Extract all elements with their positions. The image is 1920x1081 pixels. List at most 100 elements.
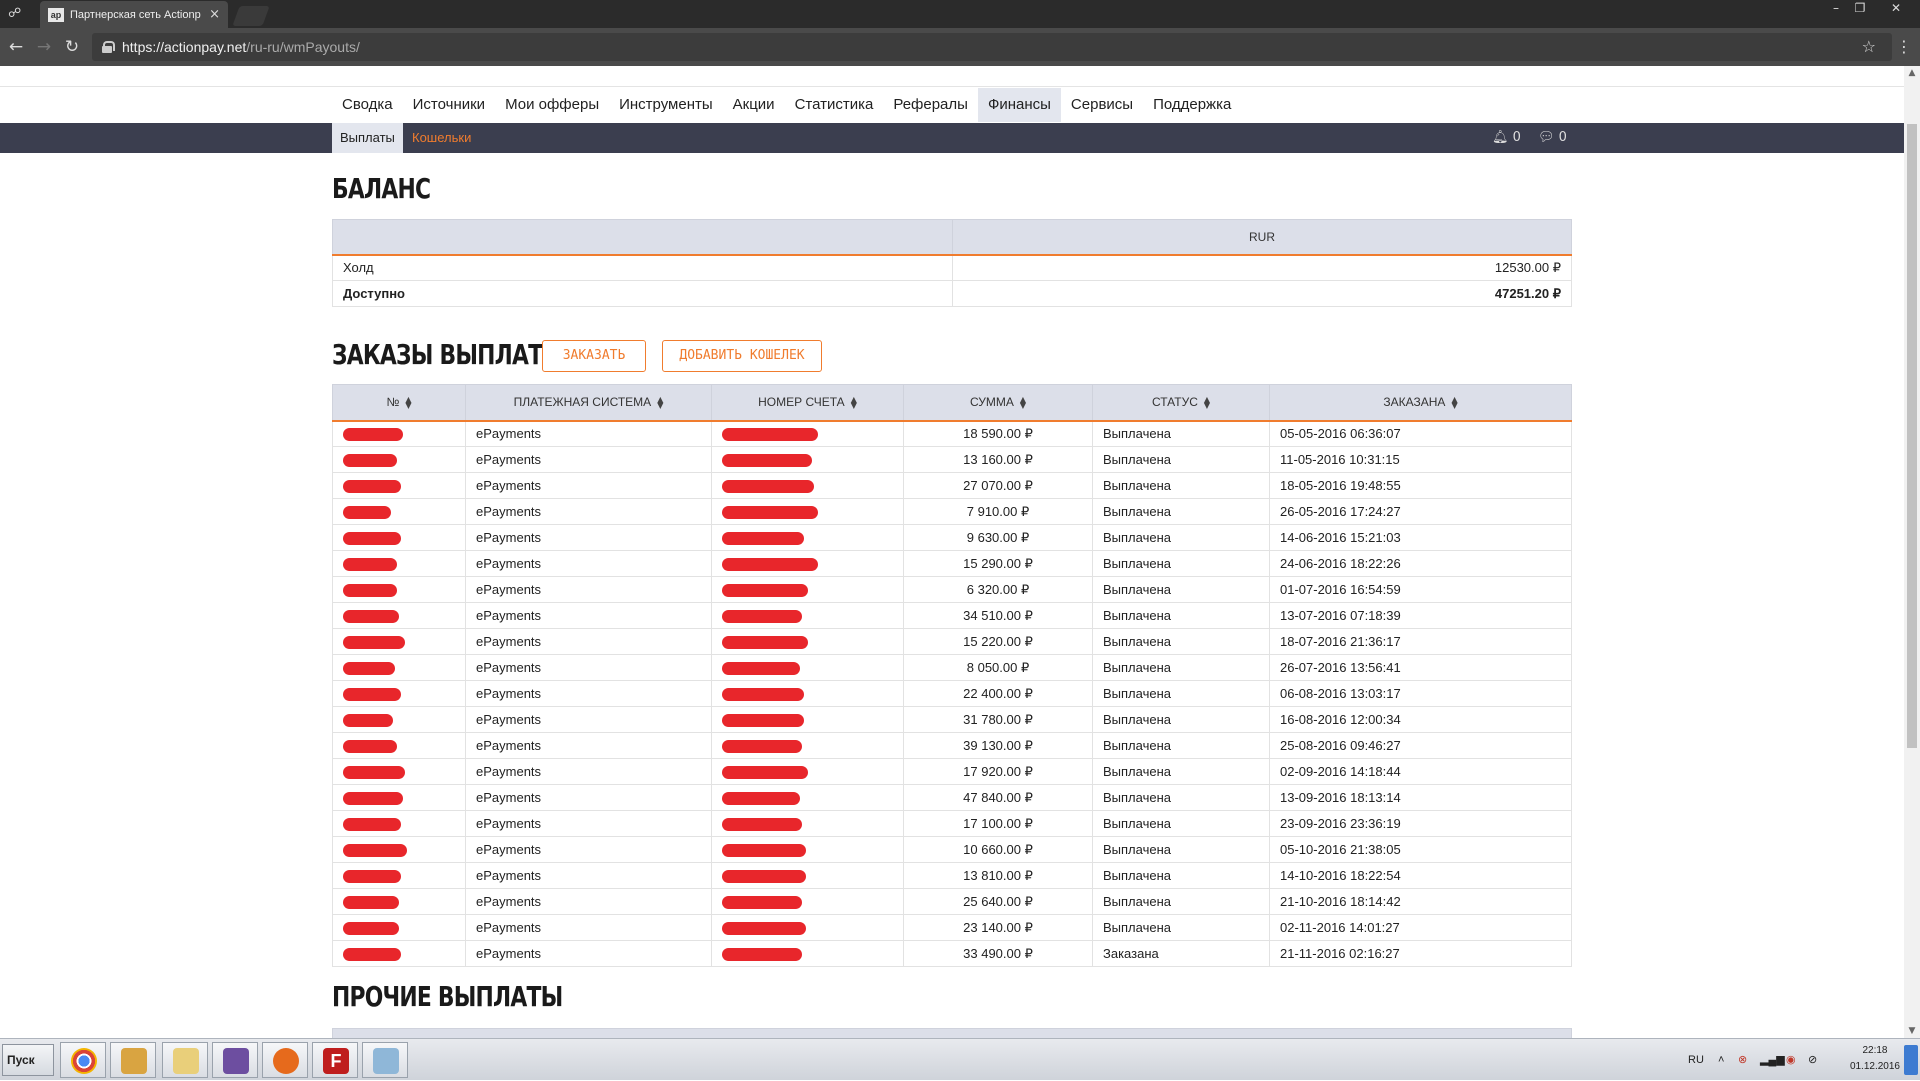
back-arrow-icon[interactable]: ← [6,37,26,57]
redacted-mark [343,428,403,442]
url-path: /ru-ru/wmPayouts/ [246,39,360,55]
column-header-payment-system[interactable]: Платежная система ▲ ▼ [465,384,712,422]
tab-close-icon[interactable]: × [209,7,220,22]
tray-expand-icon[interactable]: ˄ [1718,1039,1724,1081]
page-scrollbar[interactable]: ▲ ▼ [1904,66,1920,1038]
column-header-sum[interactable]: Сумма ▲ ▼ [903,384,1093,422]
column-label: Сумма [969,395,1014,410]
column-label: № [386,395,400,410]
bookmark-star-icon[interactable]: ☆ [1862,37,1876,56]
taskbar-visual-studio-icon[interactable] [212,1042,258,1078]
messages-button[interactable]: 💬︎ 0 [1538,123,1567,153]
network-icon[interactable]: ▂▄▆ [1760,1039,1785,1081]
nav-item-referrals[interactable]: Рефералы [883,88,978,122]
account-number-cell [711,758,904,785]
redacted-mark [722,922,806,936]
browser-menu-icon[interactable]: ⋮ [1896,37,1912,56]
balance-row-available: Доступно 47251.20 ₽ [332,280,1572,307]
status-cell: Выплачена [1092,784,1270,811]
redacted-mark [343,636,405,650]
restore-icon[interactable]: ❐ [1848,0,1872,18]
reload-icon[interactable]: ↻ [62,37,82,57]
notifications-button[interactable]: 🔔︎ 0 [1492,123,1521,153]
scroll-down-icon[interactable]: ▼ [1904,1024,1920,1038]
taskbar-notepad-icon[interactable] [362,1042,408,1078]
table-row: ePayments 17 100.00 ₽ Выплачена 23-09-2016 … [332,810,1572,837]
volume-muted-icon[interactable]: ⊘ [1808,1039,1817,1081]
nav-item-tools[interactable]: Инструменты [609,88,723,122]
table-row: ePayments 33 490.00 ₽ Заказана 21-11-2016 0… [332,940,1572,967]
order-number-cell [332,706,466,733]
taskbar-explorer-icon[interactable] [162,1042,208,1078]
order-number-cell [332,472,466,499]
nav-item-finance[interactable]: Финансы [977,88,1061,122]
ordered-at-cell: 18-07-2016 21:36:17 [1269,628,1572,655]
ordered-at-cell: 05-05-2016 06:36:07 [1269,420,1572,447]
add-wallet-button[interactable]: ДОБАВИТЬ КОШЕЛЕК [662,340,822,372]
payment-system-cell: ePayments [465,550,712,577]
show-desktop-button[interactable] [1904,1045,1918,1075]
ordered-at-cell: 13-07-2016 07:18:39 [1269,602,1572,629]
minimize-icon[interactable]: – [1824,0,1848,18]
status-cell: Выплачена [1092,706,1270,733]
language-indicator[interactable]: RU [1688,1039,1704,1081]
column-header-ordered-at[interactable]: Заказана ▲ ▼ [1269,384,1572,422]
site-favicon-icon: ap [48,7,64,22]
nav-item-sources[interactable]: Источники [403,88,495,122]
account-number-cell [711,836,904,863]
redacted-mark [722,636,808,650]
payment-system-cell: ePayments [465,654,712,681]
account-number-cell [711,784,904,811]
redacted-mark [722,792,800,806]
clock-date: 01.12.2016 [1849,1061,1900,1072]
account-number-cell [711,602,904,629]
redacted-mark [722,870,806,884]
taskbar-chrome-icon[interactable] [60,1042,106,1078]
redacted-mark [722,506,818,520]
order-number-cell [332,524,466,551]
taskbar-filezilla-icon[interactable]: F [312,1042,358,1078]
payment-system-cell: ePayments [465,706,712,733]
redacted-mark [722,818,802,832]
redacted-mark [343,948,401,962]
ordered-at-cell: 18-05-2016 19:48:55 [1269,472,1572,499]
address-bar[interactable]: https://actionpay.net/ru-ru/wmPayouts/ ☆ [92,33,1892,61]
nav-item-summary[interactable]: Сводка [332,88,403,122]
forward-arrow-icon[interactable]: → [34,37,54,57]
taskbar-media-player-icon[interactable] [110,1042,156,1078]
taskbar-firefox-icon[interactable] [262,1042,308,1078]
new-tab-button[interactable] [232,6,270,26]
scroll-up-icon[interactable]: ▲ [1904,66,1920,80]
nav-item-statistics[interactable]: Статистика [785,88,884,122]
browser-tab[interactable]: ap Партнерская сеть Actionp × [40,1,228,28]
table-row: ePayments 15 220.00 ₽ Выплачена 18-07-2016 … [332,628,1572,655]
tray-security-icon[interactable]: ⊗ [1738,1039,1747,1081]
redacted-mark [343,662,395,676]
subtab-wallets[interactable]: Кошельки [404,123,479,153]
sum-cell: 6 320.00 ₽ [903,576,1093,603]
nav-item-services[interactable]: Сервисы [1061,88,1143,122]
ordered-at-cell: 02-09-2016 14:18:44 [1269,758,1572,785]
balance-row-hold: Холд 12530.00 ₽ [332,254,1572,281]
redacted-mark [343,506,391,520]
status-cell: Выплачена [1092,420,1270,447]
window-close-icon[interactable]: ✕ [1884,0,1908,18]
system-clock[interactable]: 22:18 01.12.2016 [1850,1043,1900,1075]
order-number-cell [332,498,466,525]
column-header-account-number[interactable]: Номер счета ▲ ▼ [711,384,904,422]
column-header-number[interactable]: № ▲ ▼ [332,384,466,422]
scrollbar-thumb[interactable] [1907,124,1917,748]
start-button[interactable]: Пуск [2,1044,54,1076]
subtab-payouts[interactable]: Выплаты [332,123,403,153]
account-number-cell [711,862,904,889]
order-number-cell [332,654,466,681]
order-number-cell [332,914,466,941]
order-payout-button[interactable]: ЗАКАЗАТЬ [542,340,646,372]
nav-item-support[interactable]: Поддержка [1143,88,1241,122]
nav-item-promotions[interactable]: Акции [723,88,785,122]
redacted-mark [722,714,804,728]
column-header-status[interactable]: Статус ▲ ▼ [1092,384,1270,422]
nav-item-my-offers[interactable]: Мои офферы [495,88,609,122]
column-label: Статус [1151,395,1198,410]
tray-app-icon[interactable]: ◉ [1786,1039,1796,1081]
